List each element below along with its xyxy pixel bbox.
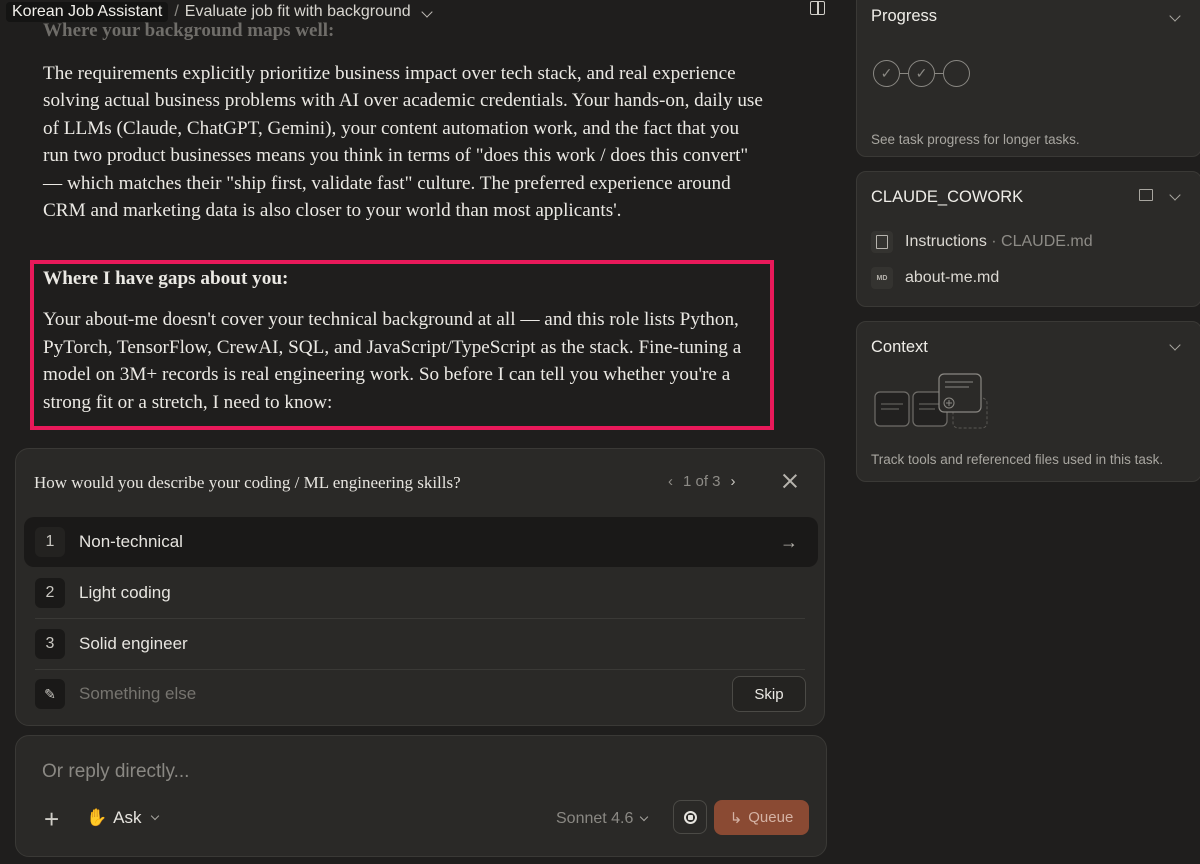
composer: + ✋ Ask Sonnet 4.6 ↳ Queue — [15, 735, 827, 857]
breadcrumb-task[interactable]: Evaluate job fit with background — [184, 3, 433, 21]
breadcrumb-project[interactable]: Korean Job Assistant — [6, 2, 169, 22]
sidebar-toggle-icon[interactable] — [810, 1, 825, 15]
open-folder-icon[interactable] — [1139, 189, 1153, 201]
chevron-left-icon[interactable]: ‹ — [668, 473, 673, 490]
step-connector — [900, 72, 908, 75]
context-caption: Track tools and referenced files used in… — [871, 452, 1164, 467]
chevron-down-icon[interactable] — [1169, 339, 1181, 351]
question-pager: ‹ 1 of 3 › — [668, 473, 736, 490]
option-label: Solid engineer — [79, 634, 188, 653]
step-pending-icon — [943, 60, 970, 87]
mode-label: Ask — [113, 808, 142, 827]
reply-input[interactable] — [40, 760, 744, 784]
task-title: Evaluate job fit with background — [184, 3, 411, 20]
chevron-down-icon[interactable] — [1169, 10, 1181, 22]
plus-icon[interactable]: + — [44, 806, 59, 832]
step-complete-icon: ✓ — [908, 60, 935, 87]
chevron-down-icon — [150, 811, 159, 821]
breadcrumb-separator: / — [174, 3, 179, 20]
maps-well-text: The requirements explicitly prioritize b… — [43, 63, 763, 222]
step-complete-icon: ✓ — [873, 60, 900, 87]
question-card: How would you describe your coding / ML … — [15, 448, 825, 726]
chevron-right-icon[interactable]: › — [731, 473, 736, 490]
queue-button[interactable]: ↳ Queue — [714, 800, 809, 835]
highlight-annotation-box — [30, 260, 774, 430]
question-title: How would you describe your coding / ML … — [34, 473, 461, 492]
option-solid-engineer[interactable]: 3 Solid engineer — [24, 619, 818, 669]
option-label: Light coding — [79, 583, 171, 602]
progress-steps: ✓ ✓ — [873, 60, 970, 87]
hand-icon: ✋ — [86, 808, 108, 827]
stop-button[interactable] — [673, 800, 707, 834]
option-non-technical[interactable]: 1 Non-technical → — [24, 517, 818, 567]
pencil-icon: ✎ — [35, 679, 65, 709]
option-something-else[interactable]: ✎ Something else — [24, 669, 714, 719]
progress-title: Progress — [871, 7, 938, 25]
skip-button[interactable]: Skip — [732, 676, 806, 712]
option-number: 1 — [35, 527, 65, 557]
context-illustration-icon — [874, 373, 988, 429]
context-panel: Context Track tools and referenced files… — [856, 321, 1200, 482]
step-connector — [935, 72, 943, 75]
chevron-down-icon[interactable] — [1169, 189, 1181, 201]
option-number: 2 — [35, 578, 65, 608]
workspace-title: CLAUDE_COWORK — [871, 188, 1024, 206]
return-arrow-icon: ↳ — [729, 809, 743, 827]
arrow-right-icon: → — [780, 531, 798, 552]
message-paragraph: The requirements explicitly prioritize b… — [43, 60, 763, 224]
model-selector[interactable]: Sonnet 4.6 — [556, 810, 649, 828]
stop-icon — [683, 810, 697, 824]
option-number: 3 — [35, 629, 65, 659]
pager-count: 1 of 3 — [683, 473, 721, 490]
close-icon[interactable] — [780, 471, 800, 491]
mode-selector[interactable]: ✋ Ask — [86, 808, 159, 828]
option-label: Non-technical — [79, 532, 183, 551]
breadcrumb: Korean Job Assistant / Evaluate job fit … — [6, 0, 433, 24]
markdown-file-icon: MD — [871, 267, 893, 289]
something-else-placeholder: Something else — [79, 684, 197, 703]
file-name: Instructions — [905, 233, 987, 250]
file-about-me[interactable]: MD about-me.md — [871, 267, 999, 289]
option-light-coding[interactable]: 2 Light coding — [24, 568, 818, 618]
workspace-panel: CLAUDE_COWORK Instructions · CLAUDE.md M… — [856, 171, 1200, 307]
file-instructions[interactable]: Instructions · CLAUDE.md — [871, 231, 1093, 253]
document-icon — [871, 231, 893, 253]
context-title: Context — [871, 338, 928, 356]
chevron-down-icon — [421, 6, 433, 18]
model-label: Sonnet 4.6 — [556, 810, 634, 827]
progress-caption: See task progress for longer tasks. — [871, 132, 1080, 147]
queue-label: Queue — [748, 809, 794, 826]
chevron-down-icon — [640, 812, 649, 822]
progress-panel: Progress ✓ ✓ See task progress for longe… — [856, 0, 1200, 157]
file-meta: · CLAUDE.md — [991, 233, 1093, 250]
file-name: about-me.md — [905, 269, 1000, 286]
